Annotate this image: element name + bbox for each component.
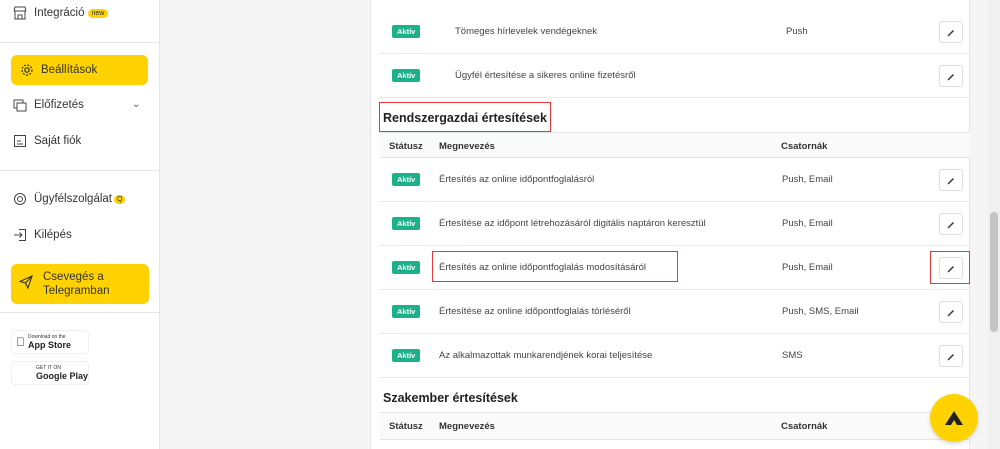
edit-button[interactable]: [939, 345, 963, 367]
column-header-status: Státusz: [389, 421, 423, 432]
status-badge: Aktív: [392, 305, 421, 318]
pencil-icon: [947, 310, 954, 317]
sidebar-item-logout[interactable]: Kilépés: [12, 220, 72, 250]
notification-name: Ügyfél értesítése a sikeres online fizet…: [455, 70, 636, 81]
layers-icon: [12, 97, 28, 113]
notification-channels: Push, Email: [782, 174, 833, 185]
logo-icon: [945, 411, 963, 425]
google-play-button[interactable]: GET IT ON Google Play: [12, 362, 88, 384]
support-badge: Q: [113, 194, 126, 204]
telegram-label-line1: Csevegés a: [43, 271, 104, 283]
notification-channels: Push, SMS, Email: [782, 306, 859, 317]
specialist-section-title: Szakember értesítések: [383, 391, 518, 405]
highlight-box: [930, 251, 970, 284]
sidebar-item-settings[interactable]: Beállítások: [11, 55, 148, 85]
pencil-icon: [947, 178, 954, 185]
gear-icon: [19, 62, 35, 78]
table-row: Aktív Értesítése az online időpontfoglal…: [380, 290, 970, 334]
app-store-button[interactable]:  Download on the App Store: [12, 331, 88, 353]
user-card-icon: [12, 133, 28, 149]
app-store-big: App Store: [19, 340, 71, 350]
table-row: Aktív Tömeges hírlevelek vendégeknek Pus…: [380, 10, 970, 54]
table-header: Státusz Megnevezés Csatornák: [380, 412, 970, 440]
table-row: Aktív Az alkalmazottak munkarendjének ko…: [380, 334, 970, 378]
column-header-name: Megnevezés: [439, 421, 495, 432]
notification-name: Értesítése az időpont létrehozásáról dig…: [439, 218, 706, 229]
status-badge: Aktív: [392, 349, 421, 362]
new-badge: new: [87, 8, 109, 18]
sidebar-item-integration[interactable]: Integráció new: [12, 0, 109, 28]
notification-name: Értesítés az online időpontfoglalásról: [439, 174, 595, 185]
table-row: Aktív Értesítés az online időpontfoglalá…: [380, 158, 970, 202]
table-row: Aktív Értesítése az időpont létrehozásár…: [380, 202, 970, 246]
pencil-icon: [947, 74, 954, 81]
highlight-box: [432, 251, 678, 282]
edit-button[interactable]: [939, 65, 963, 87]
sidebar-item-label: Integráció: [34, 7, 85, 19]
pencil-icon: [947, 30, 954, 37]
logout-icon: [12, 227, 28, 243]
divider: [0, 170, 160, 171]
edit-button[interactable]: [939, 21, 963, 43]
status-badge: Aktív: [392, 261, 421, 274]
lifebuoy-icon: [12, 191, 28, 207]
sidebar-item-label: Kilépés: [34, 229, 72, 241]
sidebar-item-label: Saját fiók: [34, 135, 82, 147]
notification-channels: Push, Email: [782, 262, 833, 273]
telegram-label: Csevegés a Telegramban: [43, 270, 109, 298]
notification-channels: Push: [786, 26, 808, 37]
notification-name: Tömeges hírlevelek vendégeknek: [455, 26, 598, 37]
sidebar-item-label: Ügyfélszolgálat: [34, 193, 112, 205]
sidebar-item-account[interactable]: Saját fiók: [12, 126, 81, 156]
telegram-label-line2: Telegramban: [43, 285, 110, 297]
status-badge: Aktív: [392, 217, 421, 230]
scrollbar-thumb[interactable]: [990, 212, 998, 332]
google-play-text: GET IT ON Google Play: [36, 365, 88, 381]
google-play-big: Google Play: [36, 371, 89, 381]
column-header-channels: Csatornák: [781, 421, 828, 432]
highlight-box: [379, 102, 551, 132]
table-header: Státusz Megnevezés Csatornák: [380, 132, 970, 158]
pencil-icon: [947, 222, 954, 229]
notification-name: Értesítése az online időpontfoglalás tör…: [439, 306, 631, 317]
edit-button[interactable]: [939, 169, 963, 191]
sidebar-item-support[interactable]: Ügyfélszolgálat Q: [12, 184, 126, 214]
status-badge: Aktív: [392, 173, 421, 186]
column-header-channels: Csatornák: [781, 141, 828, 152]
status-badge: Aktív: [392, 69, 421, 82]
edit-button[interactable]: [939, 301, 963, 323]
telegram-chat-button[interactable]: Csevegés a Telegramban: [11, 264, 149, 304]
chat-fab-button[interactable]: [930, 394, 978, 442]
sidebar: Integráció new Beállítások Előfizetés ⌄ …: [0, 0, 160, 449]
app-store-text: Download on the App Store: [28, 334, 71, 350]
chevron-down-icon[interactable]: ⌄: [132, 99, 140, 110]
pencil-icon: [947, 354, 954, 361]
sidebar-item-label: Előfizetés: [34, 99, 84, 111]
divider: [0, 312, 160, 313]
edit-button[interactable]: [939, 213, 963, 235]
notification-channels: Push, Email: [782, 218, 833, 229]
notification-channels: SMS: [782, 350, 803, 361]
sidebar-item-label: Beállítások: [41, 64, 98, 76]
column-header-status: Státusz: [389, 141, 423, 152]
column-header-name: Megnevezés: [439, 141, 495, 152]
notification-name: Az alkalmazottak munkarendjének korai te…: [439, 350, 653, 361]
sidebar-item-subscription[interactable]: Előfizetés: [12, 90, 84, 120]
store-icon: [12, 5, 28, 21]
divider: [0, 42, 160, 43]
table-row: Aktív Ügyfél értesítése a sikeres online…: [380, 54, 970, 98]
status-badge: Aktív: [392, 25, 421, 38]
paper-plane-icon: [18, 274, 35, 293]
apple-icon: : [16, 335, 25, 349]
